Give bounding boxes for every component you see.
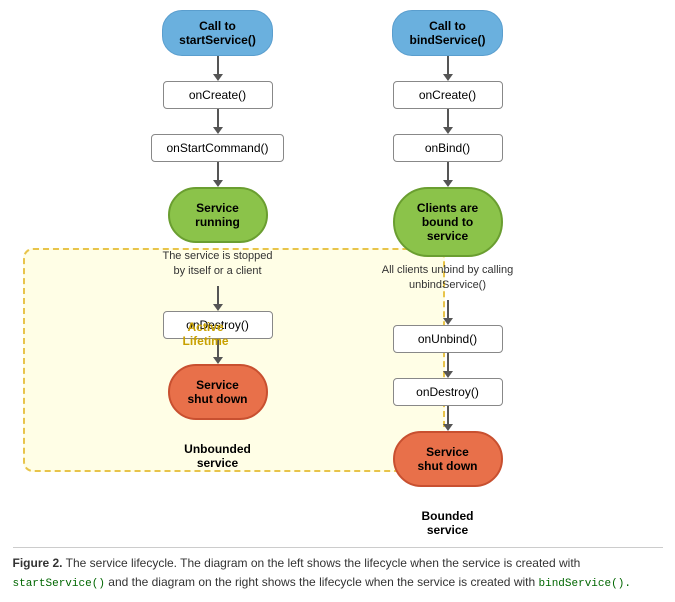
arrow1-right <box>443 56 453 81</box>
unbounded-label: Unbounded service <box>184 428 251 470</box>
ondestroy-right: onDestroy() <box>393 378 503 406</box>
bind-service-node: Call to bindService() <box>392 10 502 56</box>
arrow4-left <box>213 286 223 311</box>
oncreate-right: onCreate() <box>393 81 503 109</box>
unbind-note: All clients unbind by calling unbindServ… <box>382 257 513 300</box>
right-column: Call to bindService() onCreate() onBind(… <box>348 10 548 537</box>
start-service-code: startService() <box>13 578 105 590</box>
arrow1-left <box>213 56 223 81</box>
arrow3-right <box>443 162 453 187</box>
stop-note: The service is stopped by itself or a cl… <box>162 243 272 286</box>
service-shutdown-left: Service shut down <box>168 364 268 420</box>
arrow4-right <box>443 300 453 325</box>
caption-text1: The service lifecycle. The diagram on th… <box>66 556 581 570</box>
caption-text2: and the diagram on the right shows the l… <box>108 575 538 589</box>
service-running-node: Service running <box>168 187 268 243</box>
oncreate-left: onCreate() <box>163 81 273 109</box>
diagram-container: Call to startService() onCreate() onStar… <box>13 10 663 537</box>
service-shutdown-right: Service shut down <box>393 431 503 487</box>
diagram-wrapper: Active Lifetime Call to startService() o… <box>13 10 663 594</box>
arrow5-right <box>443 353 453 378</box>
active-lifetime-label: Active Lifetime <box>171 320 241 348</box>
caption: Figure 2. The service lifecycle. The dia… <box>13 547 663 594</box>
figure-label: Figure 2. <box>13 556 63 570</box>
arrow6-right <box>443 406 453 431</box>
onbind-node: onBind() <box>393 134 503 162</box>
start-service-node: Call to startService() <box>162 10 273 56</box>
onstartcommand-node: onStartCommand() <box>151 134 283 162</box>
bind-service-code: bindService(). <box>539 578 631 590</box>
arrow2-right <box>443 109 453 134</box>
clients-bound-node: Clients are bound to service <box>393 187 503 257</box>
arrow2-left <box>213 109 223 134</box>
arrow3-left <box>213 162 223 187</box>
left-column: Call to startService() onCreate() onStar… <box>128 10 308 537</box>
bounded-label: Bounded service <box>422 495 474 537</box>
onunbind-node: onUnbind() <box>393 325 503 353</box>
